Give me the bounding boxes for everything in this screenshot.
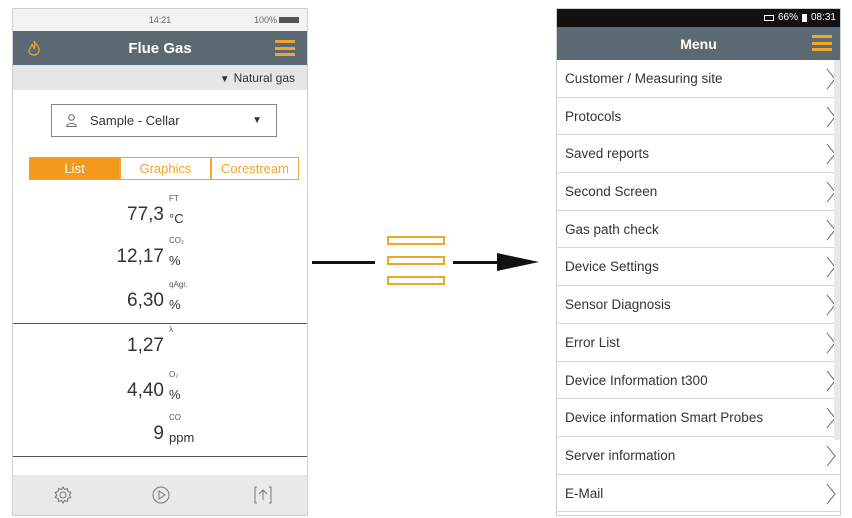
chevron-right-icon bbox=[826, 445, 836, 467]
title-bar: Menu bbox=[557, 27, 840, 60]
export-icon[interactable] bbox=[253, 485, 273, 505]
arrow-line-right bbox=[453, 261, 499, 264]
menu-item-label: Second Screen bbox=[565, 184, 658, 200]
menu-icon[interactable] bbox=[275, 40, 295, 56]
person-icon bbox=[66, 114, 77, 127]
battery-icon bbox=[763, 14, 774, 21]
menu-icon[interactable] bbox=[812, 35, 832, 51]
battery-icon bbox=[279, 17, 299, 23]
status-bar: 66% 08:31 bbox=[557, 9, 840, 27]
measurement-label: O₂ bbox=[169, 370, 179, 379]
menu-item[interactable]: Server information bbox=[557, 437, 840, 475]
tab-corestream[interactable]: Corestream bbox=[211, 157, 299, 180]
chevron-down-icon: ▼ bbox=[252, 115, 262, 126]
measurement-row: FT 77,3 °C bbox=[13, 194, 307, 234]
menu-list: Customer / Measuring site Protocols Saved … bbox=[557, 60, 840, 513]
measurement-unit: % bbox=[169, 253, 181, 268]
gear-icon[interactable] bbox=[53, 485, 73, 505]
menu-item-label: Saved reports bbox=[565, 146, 650, 162]
measurement-value: 4,40 bbox=[127, 380, 164, 401]
triangle-down-icon: ▼ bbox=[219, 74, 230, 85]
measurement-label: qAgr. bbox=[169, 280, 188, 289]
menu-item[interactable]: E-Mail bbox=[557, 475, 840, 513]
measurement-value: 12,17 bbox=[116, 246, 164, 267]
menu-item-label: Gas path check bbox=[565, 221, 659, 237]
menu-screen: 66% 08:31 Menu Customer / Measuring site… bbox=[556, 8, 841, 516]
measurement-value: 77,3 bbox=[127, 204, 164, 225]
menu-item[interactable]: Device information Smart Probes bbox=[557, 399, 840, 437]
measurement-row: O₂ 4,40 % bbox=[13, 370, 307, 410]
measurement-row: λ 1,27 bbox=[13, 325, 307, 365]
bottom-toolbar bbox=[13, 475, 307, 515]
measurement-label: CO bbox=[169, 413, 181, 422]
menu-item-label: Server information bbox=[565, 447, 676, 463]
divider bbox=[13, 323, 307, 324]
scrollbar[interactable] bbox=[834, 60, 840, 440]
menu-item[interactable]: Gas path check bbox=[557, 211, 840, 249]
flue-gas-screen: 14:21 100% Flue Gas ▼ Natural gas Sample … bbox=[12, 8, 308, 516]
measurement-row: qAgr. 6,30 % bbox=[13, 280, 307, 320]
menu-item-label: Customer / Measuring site bbox=[565, 71, 723, 86]
menu-item-label: Device Information t300 bbox=[565, 372, 708, 388]
battery-percent: 100% bbox=[253, 15, 277, 25]
menu-item-label: Protocols bbox=[565, 108, 622, 124]
measurement-value: 6,30 bbox=[127, 290, 164, 311]
sample-label: Sample - Cellar bbox=[90, 113, 180, 128]
chevron-right-icon bbox=[826, 483, 836, 504]
fuel-selector[interactable]: ▼ Natural gas bbox=[13, 65, 307, 90]
menu-item-label: E-Mail bbox=[565, 485, 604, 501]
measurement-unit: % bbox=[169, 387, 181, 402]
menu-item[interactable]: Sensor Diagnosis bbox=[557, 286, 840, 324]
view-tabs: List Graphics Corestream bbox=[29, 157, 299, 180]
divider bbox=[13, 456, 307, 457]
status-bar: 14:21 100% bbox=[13, 9, 307, 31]
measurement-value: 1,27 bbox=[127, 335, 164, 356]
measurement-unit: ppm bbox=[169, 430, 195, 445]
battery-percent: 66% bbox=[777, 12, 798, 23]
menu-item[interactable]: Device Settings bbox=[557, 248, 840, 287]
measurement-label: FT bbox=[169, 194, 179, 203]
menu-item[interactable]: Error List bbox=[557, 324, 840, 362]
lock-icon bbox=[801, 13, 807, 22]
menu-item[interactable]: Second Screen bbox=[557, 173, 840, 211]
menu-item-label: Device information Smart Probes bbox=[565, 410, 764, 426]
menu-item[interactable]: Customer / Measuring site bbox=[557, 60, 840, 98]
tab-list[interactable]: List bbox=[29, 157, 120, 180]
menu-item[interactable]: Protocols bbox=[557, 98, 840, 136]
fuel-label: Natural gas bbox=[233, 71, 295, 85]
measurement-value: 9 bbox=[153, 423, 164, 444]
battery-indicator: 100% bbox=[254, 15, 299, 25]
arrow-line-left bbox=[312, 261, 375, 264]
sample-dropdown[interactable]: Sample - Cellar ▼ bbox=[51, 104, 277, 137]
title-bar: Flue Gas bbox=[13, 31, 307, 65]
tab-graphics[interactable]: Graphics bbox=[120, 157, 211, 180]
measurement-unit: % bbox=[169, 297, 181, 312]
measurement-row: CO₂ 12,17 % bbox=[13, 236, 307, 276]
arrow-head-icon bbox=[497, 253, 539, 271]
measurement-label: CO₂ bbox=[169, 236, 185, 245]
menu-item-label: Sensor Diagnosis bbox=[565, 297, 671, 313]
menu-item-label: Device Settings bbox=[565, 259, 659, 275]
hamburger-menu-icon bbox=[387, 236, 445, 286]
page-title: Flue Gas bbox=[128, 40, 192, 57]
play-icon[interactable] bbox=[151, 485, 171, 505]
menu-item-label: Error List bbox=[565, 334, 620, 350]
measurement-label: λ bbox=[169, 325, 173, 334]
measurement-unit: °C bbox=[169, 211, 184, 226]
status-time: 08:31 bbox=[810, 12, 836, 23]
menu-item[interactable]: Device Information t300 bbox=[557, 362, 840, 400]
menu-item[interactable]: Saved reports bbox=[557, 135, 840, 174]
page-title: Menu bbox=[680, 36, 717, 52]
measurement-row: CO 9 ppm bbox=[13, 413, 307, 453]
